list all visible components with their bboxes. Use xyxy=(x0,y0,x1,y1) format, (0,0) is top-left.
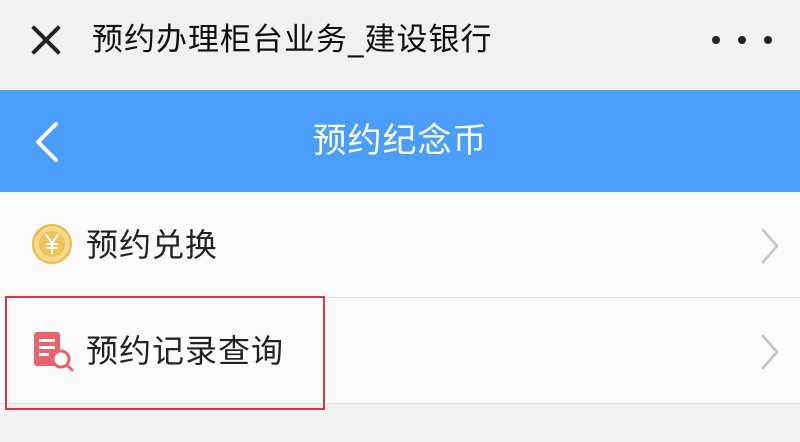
dot xyxy=(712,36,720,44)
nav-bar: 预约纪念币 xyxy=(0,90,800,192)
highlight-annotation-box xyxy=(5,296,325,410)
menu-item-label: 预约兑换 xyxy=(86,226,219,264)
close-icon[interactable] xyxy=(26,20,66,60)
chevron-left-icon[interactable] xyxy=(28,120,68,164)
page-title: 预约纪念币 xyxy=(312,121,488,161)
dot xyxy=(738,36,746,44)
chevron-right-icon xyxy=(760,334,780,370)
menu-item-exchange[interactable]: 预约兑换 xyxy=(0,192,800,298)
window-title: 预约办理柜台业务_建设银行 xyxy=(92,22,493,58)
coin-exchange-icon xyxy=(30,222,74,266)
more-dots-icon[interactable] xyxy=(712,30,772,50)
chevron-right-icon xyxy=(760,228,780,264)
window-top-bar: 预约办理柜台业务_建设银行 xyxy=(0,0,800,90)
dot xyxy=(764,36,772,44)
